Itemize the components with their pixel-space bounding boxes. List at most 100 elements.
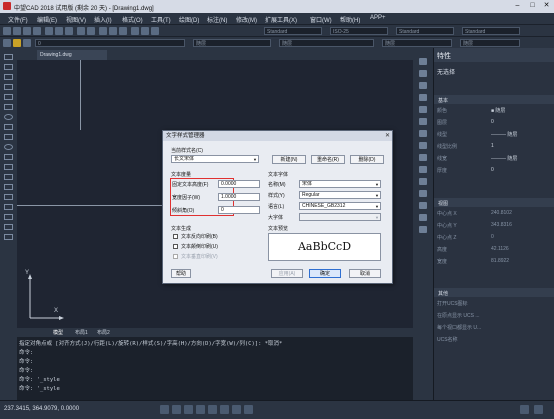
menu-app[interactable]: APP+ bbox=[370, 15, 386, 21]
menu-extend[interactable]: 扩展工具(X) bbox=[265, 15, 297, 24]
section-basic[interactable]: 基本 bbox=[434, 95, 554, 104]
color-combo[interactable]: 随层 bbox=[193, 39, 271, 47]
layer-combo[interactable]: 0 bbox=[35, 39, 185, 47]
menu-edit[interactable]: 编辑(E) bbox=[37, 15, 57, 24]
layer-manager-icon[interactable] bbox=[3, 39, 11, 47]
design-center-icon[interactable] bbox=[141, 27, 149, 35]
polyline-icon[interactable] bbox=[4, 74, 13, 80]
trim-icon[interactable] bbox=[419, 166, 427, 173]
polygon-icon[interactable] bbox=[4, 84, 13, 90]
font-name-select[interactable]: 宋体 ▼ bbox=[299, 180, 381, 188]
gradient-icon[interactable] bbox=[4, 204, 13, 210]
close-button[interactable]: ✕ bbox=[539, 1, 554, 11]
command-window[interactable]: 指定对角点或 [对齐方式(J)/行距(L)/旋转(R)/样式(S)/字高(H)/… bbox=[17, 337, 413, 400]
region-icon[interactable] bbox=[4, 214, 13, 220]
point-icon[interactable] bbox=[4, 184, 13, 190]
lineweight-combo[interactable]: 随层 bbox=[382, 39, 452, 47]
menu-tools[interactable]: 工具(T) bbox=[151, 15, 171, 24]
hatch-icon[interactable] bbox=[4, 194, 13, 200]
polar-icon[interactable] bbox=[196, 405, 205, 414]
line-icon[interactable] bbox=[4, 54, 13, 60]
menu-modify[interactable]: 修改(M) bbox=[236, 15, 257, 24]
fixed-height-input[interactable]: 0.0000 bbox=[218, 180, 260, 188]
menu-view[interactable]: 视图(V) bbox=[66, 15, 86, 24]
multileader-style-combo[interactable]: Standard bbox=[462, 27, 520, 35]
scale-icon[interactable] bbox=[419, 142, 427, 149]
text-style-combo[interactable]: Standard bbox=[264, 27, 322, 35]
arc-icon[interactable] bbox=[4, 104, 13, 110]
print-icon[interactable] bbox=[33, 27, 41, 35]
prop-value[interactable]: ■ 随层 bbox=[491, 107, 505, 114]
dim-style-combo[interactable]: ISO-25 bbox=[330, 27, 388, 35]
extend-icon[interactable] bbox=[419, 178, 427, 185]
upside-down-checkbox[interactable] bbox=[173, 244, 178, 249]
menu-help[interactable]: 帮助(H) bbox=[340, 15, 360, 24]
grid-icon[interactable] bbox=[172, 405, 181, 414]
width-factor-input[interactable]: 1.0000 bbox=[218, 193, 260, 201]
maximize-button[interactable]: □ bbox=[525, 1, 540, 11]
lineweight-icon[interactable] bbox=[232, 405, 241, 414]
stretch-icon[interactable] bbox=[419, 154, 427, 161]
help-button[interactable]: 帮助 bbox=[171, 269, 191, 278]
copy-object-icon[interactable] bbox=[419, 70, 427, 77]
menu-window[interactable]: 窗口(W) bbox=[310, 15, 332, 24]
rectangle-icon[interactable] bbox=[4, 94, 13, 100]
backwards-checkbox[interactable] bbox=[173, 234, 178, 239]
snap-icon[interactable] bbox=[160, 405, 169, 414]
chamfer-icon[interactable] bbox=[419, 202, 427, 209]
new-icon[interactable] bbox=[3, 27, 11, 35]
language-select[interactable]: CHINESE_GB2312 ▼ bbox=[299, 202, 381, 210]
menu-dimension[interactable]: 标注(N) bbox=[207, 15, 227, 24]
section-other[interactable]: 其他 bbox=[434, 288, 554, 297]
oblique-input[interactable]: 0 bbox=[218, 206, 260, 214]
rotate-icon[interactable] bbox=[419, 130, 427, 137]
tool-palette-icon[interactable] bbox=[151, 27, 159, 35]
layer-state-icon[interactable] bbox=[13, 39, 21, 47]
settings-icon[interactable] bbox=[520, 405, 529, 414]
section-view[interactable]: 视图 bbox=[434, 198, 554, 207]
otrack-icon[interactable] bbox=[220, 405, 229, 414]
minimize-button[interactable]: – bbox=[510, 1, 525, 11]
table-icon[interactable] bbox=[4, 224, 13, 230]
prop-value[interactable]: 0 bbox=[491, 119, 494, 125]
dialog-close-icon[interactable]: ✕ bbox=[385, 132, 390, 140]
menu-draw[interactable]: 绘图(D) bbox=[179, 15, 199, 24]
zoom-window-icon[interactable] bbox=[119, 27, 127, 35]
layer-previous-icon[interactable] bbox=[23, 39, 31, 47]
prop-value[interactable]: 1 bbox=[491, 143, 494, 149]
zoom-icon[interactable] bbox=[109, 27, 117, 35]
save-icon[interactable] bbox=[23, 27, 31, 35]
insert-block-icon[interactable] bbox=[4, 164, 13, 170]
mtext-icon[interactable] bbox=[4, 234, 13, 240]
erase-icon[interactable] bbox=[419, 58, 427, 65]
explode-icon[interactable] bbox=[419, 226, 427, 233]
prop-value[interactable]: ——— 随层 bbox=[491, 155, 517, 162]
dynamic-input-icon[interactable] bbox=[244, 405, 253, 414]
offset-icon[interactable] bbox=[419, 94, 427, 101]
ok-button[interactable]: 确定 bbox=[309, 269, 341, 278]
pan-icon[interactable] bbox=[99, 27, 107, 35]
fullscreen-icon[interactable] bbox=[534, 405, 543, 414]
open-icon[interactable] bbox=[13, 27, 21, 35]
ellipse-icon[interactable] bbox=[4, 144, 13, 150]
circle-icon[interactable] bbox=[4, 114, 13, 120]
copy-icon[interactable] bbox=[55, 27, 63, 35]
linetype-combo[interactable]: 随层 bbox=[279, 39, 374, 47]
tab-layout1[interactable]: 布局1 bbox=[75, 329, 88, 336]
fillet-icon[interactable] bbox=[419, 214, 427, 221]
break-icon[interactable] bbox=[419, 190, 427, 197]
xline-icon[interactable] bbox=[4, 64, 13, 70]
redo-icon[interactable] bbox=[87, 27, 95, 35]
selection-combo[interactable]: 无选择 bbox=[437, 67, 455, 76]
ortho-icon[interactable] bbox=[184, 405, 193, 414]
make-block-icon[interactable] bbox=[4, 174, 13, 180]
spline-icon[interactable] bbox=[4, 134, 13, 140]
cancel-button[interactable]: 取消 bbox=[349, 269, 381, 278]
prop-value[interactable]: 0 bbox=[491, 167, 494, 173]
array-icon[interactable] bbox=[419, 106, 427, 113]
font-style-select[interactable]: Regular ▼ bbox=[299, 191, 381, 199]
undo-icon[interactable] bbox=[77, 27, 85, 35]
properties-icon[interactable] bbox=[131, 27, 139, 35]
ellipse-arc-icon[interactable] bbox=[4, 154, 13, 160]
osnap-icon[interactable] bbox=[208, 405, 217, 414]
